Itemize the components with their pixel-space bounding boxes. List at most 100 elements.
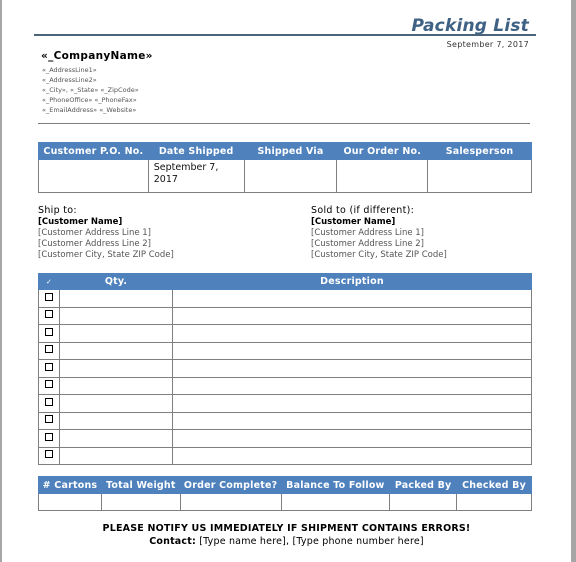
header-checked-by: Checked By	[456, 476, 532, 494]
cell-order-complete[interactable]	[179, 493, 282, 511]
cell-our-order-no[interactable]	[336, 159, 429, 193]
item-description-cell[interactable]	[172, 376, 532, 395]
company-phones: «_PhoneOffice» «_PhoneFax»	[42, 96, 137, 104]
checkbox-icon[interactable]	[45, 292, 53, 301]
checkbox-icon[interactable]	[45, 450, 53, 459]
header-packed-by: Packed By	[389, 476, 458, 494]
checkbox-icon[interactable]	[45, 362, 53, 371]
header-order-complete: Order Complete?	[179, 476, 282, 494]
order-info-row: September 7, 2017	[38, 159, 532, 193]
item-row	[38, 411, 532, 430]
item-qty-cell[interactable]	[59, 306, 173, 325]
contact-value[interactable]: [Type name here], [Type phone number her…	[196, 536, 424, 547]
header-cartons: # Cartons	[38, 476, 102, 494]
item-description-cell[interactable]	[172, 429, 532, 448]
item-description-cell[interactable]	[172, 411, 532, 430]
items-table: ✓ Qty. Description	[38, 273, 532, 465]
company-email-website: «_EmailAddress» «_Website»	[42, 106, 137, 114]
item-row	[38, 324, 532, 343]
item-row	[38, 429, 532, 448]
ship-to-name: [Customer Name]	[38, 217, 123, 227]
sold-to-address-line1: [Customer Address Line 1]	[311, 228, 424, 238]
item-qty-cell[interactable]	[59, 429, 173, 448]
items-header-row: ✓ Qty. Description	[38, 273, 532, 290]
sold-to-label: Sold to (if different):	[311, 205, 415, 216]
company-address-line2: «_AddressLine2»	[42, 76, 97, 84]
checkbox-icon[interactable]	[45, 432, 53, 441]
address-divider	[38, 123, 530, 124]
window-edge-right	[571, 0, 576, 562]
item-qty-cell[interactable]	[59, 446, 173, 465]
cell-salesperson[interactable]	[427, 159, 532, 193]
item-row	[38, 446, 532, 465]
error-notice: PLEASE NOTIFY US IMMEDIATELY IF SHIPMENT…	[102, 523, 471, 534]
sold-to-name: [Customer Name]	[311, 217, 396, 227]
summary-row	[38, 493, 532, 511]
cell-total-weight[interactable]	[100, 493, 181, 511]
item-row	[38, 341, 532, 360]
item-row	[38, 306, 532, 325]
item-qty-cell[interactable]	[59, 341, 173, 360]
item-check-cell	[38, 306, 60, 325]
header-check: ✓	[38, 273, 60, 290]
item-qty-cell[interactable]	[59, 289, 173, 308]
company-city-state-zip: «_City», «_State» «_ZipCode»	[42, 86, 139, 94]
company-address-line1: «_AddressLine1»	[42, 66, 97, 74]
item-description-cell[interactable]	[172, 341, 532, 360]
order-info-table: Customer P.O. No. Date Shipped Shipped V…	[38, 142, 532, 193]
ship-to-address-line1: [Customer Address Line 1]	[38, 228, 151, 238]
checkbox-icon[interactable]	[45, 415, 53, 424]
item-description-cell[interactable]	[172, 306, 532, 325]
item-qty-cell[interactable]	[59, 324, 173, 343]
header-customer-po: Customer P.O. No.	[38, 142, 149, 160]
sold-to-city: [Customer City, State ZIP Code]	[311, 250, 447, 260]
header-shipped-via: Shipped Via	[243, 142, 338, 160]
cell-cartons[interactable]	[38, 493, 102, 511]
order-info-header-row: Customer P.O. No. Date Shipped Shipped V…	[38, 142, 532, 160]
item-qty-cell[interactable]	[59, 394, 173, 413]
cell-date-shipped[interactable]: September 7, 2017	[147, 159, 245, 193]
item-check-cell	[38, 324, 60, 343]
checkbox-icon[interactable]	[45, 397, 53, 406]
item-check-cell	[38, 359, 60, 378]
company-name: «_CompanyName»	[41, 50, 153, 62]
item-row	[38, 376, 532, 395]
item-check-cell	[38, 376, 60, 395]
contact-label: Contact:	[149, 536, 196, 547]
header-balance-to-follow: Balance To Follow	[280, 476, 391, 494]
item-row	[38, 394, 532, 413]
contact-line: Contact: [Type name here], [Type phone n…	[2, 536, 571, 547]
item-row	[38, 289, 532, 308]
cell-balance-to-follow[interactable]	[280, 493, 391, 511]
item-check-cell	[38, 429, 60, 448]
item-description-cell[interactable]	[172, 394, 532, 413]
cell-checked-by[interactable]	[456, 493, 532, 511]
item-description-cell[interactable]	[172, 324, 532, 343]
item-description-cell[interactable]	[172, 359, 532, 378]
checkbox-icon[interactable]	[45, 380, 53, 389]
summary-table: # Cartons Total Weight Order Complete? B…	[38, 476, 532, 511]
title-divider	[34, 34, 536, 36]
sold-to-address-line2: [Customer Address Line 2]	[311, 239, 424, 249]
header-qty: Qty.	[59, 273, 173, 290]
item-qty-cell[interactable]	[59, 411, 173, 430]
cell-packed-by[interactable]	[389, 493, 458, 511]
item-row	[38, 359, 532, 378]
item-qty-cell[interactable]	[59, 359, 173, 378]
item-description-cell[interactable]	[172, 289, 532, 308]
item-qty-cell[interactable]	[59, 376, 173, 395]
item-description-cell[interactable]	[172, 446, 532, 465]
item-check-cell	[38, 289, 60, 308]
ship-to-label: Ship to:	[38, 205, 77, 216]
document-title: Packing List	[411, 16, 529, 36]
header-description: Description	[172, 273, 532, 290]
cell-customer-po[interactable]	[38, 159, 149, 193]
cell-shipped-via[interactable]	[243, 159, 338, 193]
item-check-cell	[38, 446, 60, 465]
checkbox-icon[interactable]	[45, 327, 53, 336]
item-check-cell	[38, 411, 60, 430]
checkbox-icon[interactable]	[45, 310, 53, 319]
header-total-weight: Total Weight	[100, 476, 181, 494]
checkbox-icon[interactable]	[45, 345, 53, 354]
summary-header-row: # Cartons Total Weight Order Complete? B…	[38, 476, 532, 494]
